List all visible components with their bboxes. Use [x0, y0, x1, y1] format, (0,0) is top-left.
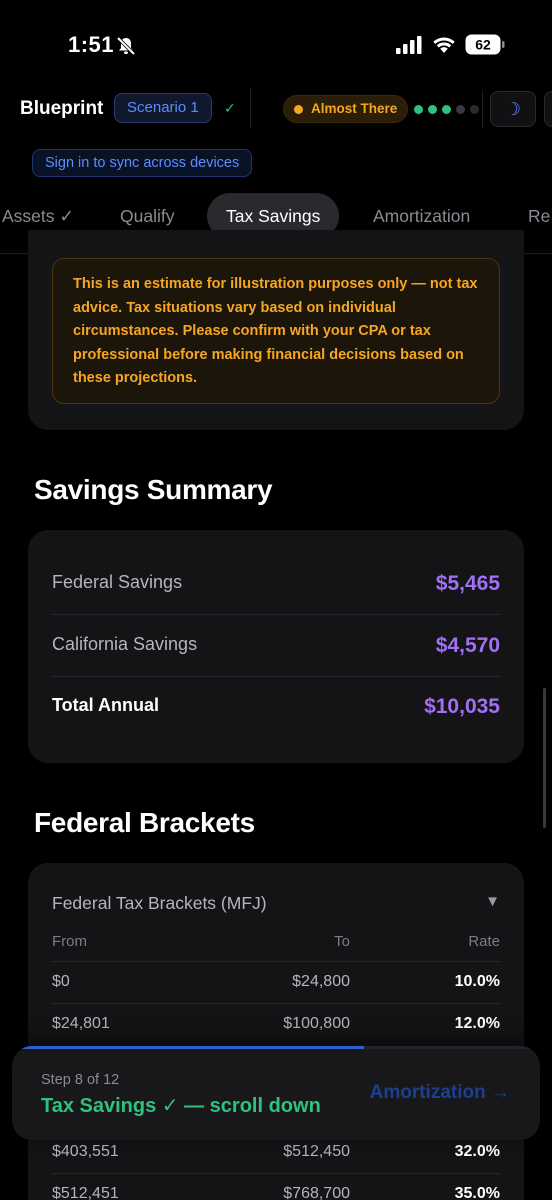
- next-step-button[interactable]: Amortization →: [370, 1082, 510, 1104]
- table-row: $0 $24,800 10.0%: [52, 961, 500, 1003]
- savings-summary-card: Federal Savings $5,465 California Saving…: [28, 530, 524, 763]
- cell-to: $768,700: [283, 1185, 350, 1200]
- cell-to: $512,450: [283, 1143, 350, 1160]
- federal-brackets-title: Federal Brackets: [34, 807, 255, 838]
- disclaimer-card: This is an estimate for illustration pur…: [28, 230, 524, 430]
- overflow-button[interactable]: [544, 91, 552, 127]
- cell-from: $512,451: [52, 1185, 119, 1200]
- cell-from: $0: [52, 973, 70, 990]
- divider: [52, 676, 500, 677]
- battery-icon: 62: [465, 34, 505, 55]
- tab-partial[interactable]: Re: [528, 193, 550, 239]
- step-progress-track: [12, 1046, 540, 1049]
- column-header-rate: Rate: [468, 933, 500, 950]
- cell-rate: 32.0%: [454, 1143, 500, 1160]
- scenario-selector[interactable]: Scenario 1: [114, 93, 212, 123]
- disclaimer-text: This is an estimate for illustration pur…: [52, 258, 500, 404]
- cell-from: $403,551: [52, 1143, 119, 1160]
- divider: [250, 88, 251, 128]
- row-value: $4,570: [435, 634, 500, 657]
- status-dot-icon: [294, 104, 303, 114]
- row-value: $5,465: [435, 572, 500, 595]
- progress-dots: [414, 105, 479, 114]
- progress-dot: [442, 105, 451, 114]
- theme-toggle-button[interactable]: ☽: [490, 91, 536, 127]
- step-label: Tax Savings ✓ — scroll down: [41, 1095, 321, 1117]
- divider: [482, 90, 483, 128]
- status-bar: 1:51 62: [0, 0, 552, 88]
- column-header-from: From: [52, 933, 87, 950]
- cell-to: $24,800: [292, 973, 350, 990]
- moon-icon: ☽: [504, 99, 522, 119]
- bell-slash-icon: [116, 36, 136, 56]
- federal-savings-row: Federal Savings $5,465: [52, 572, 500, 632]
- brackets-table-title[interactable]: Federal Tax Brackets (MFJ): [52, 893, 267, 914]
- table-row: $24,801 $100,800 12.0%: [52, 1003, 500, 1045]
- step-progress-fill: [12, 1046, 365, 1049]
- wifi-icon: [433, 37, 455, 53]
- divider: [52, 614, 500, 615]
- cell-rate: 35.0%: [454, 1185, 500, 1200]
- sign-in-sync-button[interactable]: Sign in to sync across devices: [32, 149, 253, 177]
- battery-level: 62: [475, 37, 491, 53]
- status-badge: Almost There: [283, 95, 409, 123]
- savings-summary-title: Savings Summary: [34, 474, 273, 505]
- saved-check-icon: ✓: [224, 100, 236, 116]
- total-annual-row: Total Annual $10,035: [52, 695, 500, 755]
- row-label: California Savings: [52, 634, 198, 654]
- column-header-to: To: [334, 933, 350, 950]
- progress-dot: [414, 105, 423, 114]
- cell-rate: 10.0%: [454, 973, 500, 990]
- cellular-signal-icon: [396, 36, 422, 54]
- clock: 1:51: [68, 32, 115, 57]
- row-value: $10,035: [424, 695, 500, 718]
- brand-logo-text: Blueprint: [20, 98, 104, 119]
- status-label: Almost There: [311, 101, 398, 116]
- table-row: $512,451 $768,700 35.0%: [52, 1173, 500, 1200]
- step-navigator: Step 8 of 12 Tax Savings ✓ — scroll down…: [12, 1046, 540, 1140]
- step-count: Step 8 of 12: [41, 1072, 120, 1088]
- scrollbar[interactable]: [543, 688, 546, 828]
- progress-dot: [456, 105, 465, 114]
- federal-brackets-card: Federal Tax Brackets (MFJ) ▼ From To Rat…: [28, 863, 524, 1200]
- cell-rate: 12.0%: [454, 1015, 500, 1032]
- row-label: Federal Savings: [52, 572, 183, 592]
- progress-dot: [470, 105, 479, 114]
- california-savings-row: California Savings $4,570: [52, 634, 500, 694]
- cell-from: $24,801: [52, 1015, 110, 1032]
- progress-dot: [428, 105, 437, 114]
- chevron-down-icon[interactable]: ▼: [485, 893, 500, 910]
- cell-to: $100,800: [283, 1015, 350, 1032]
- row-label: Total Annual: [52, 695, 159, 715]
